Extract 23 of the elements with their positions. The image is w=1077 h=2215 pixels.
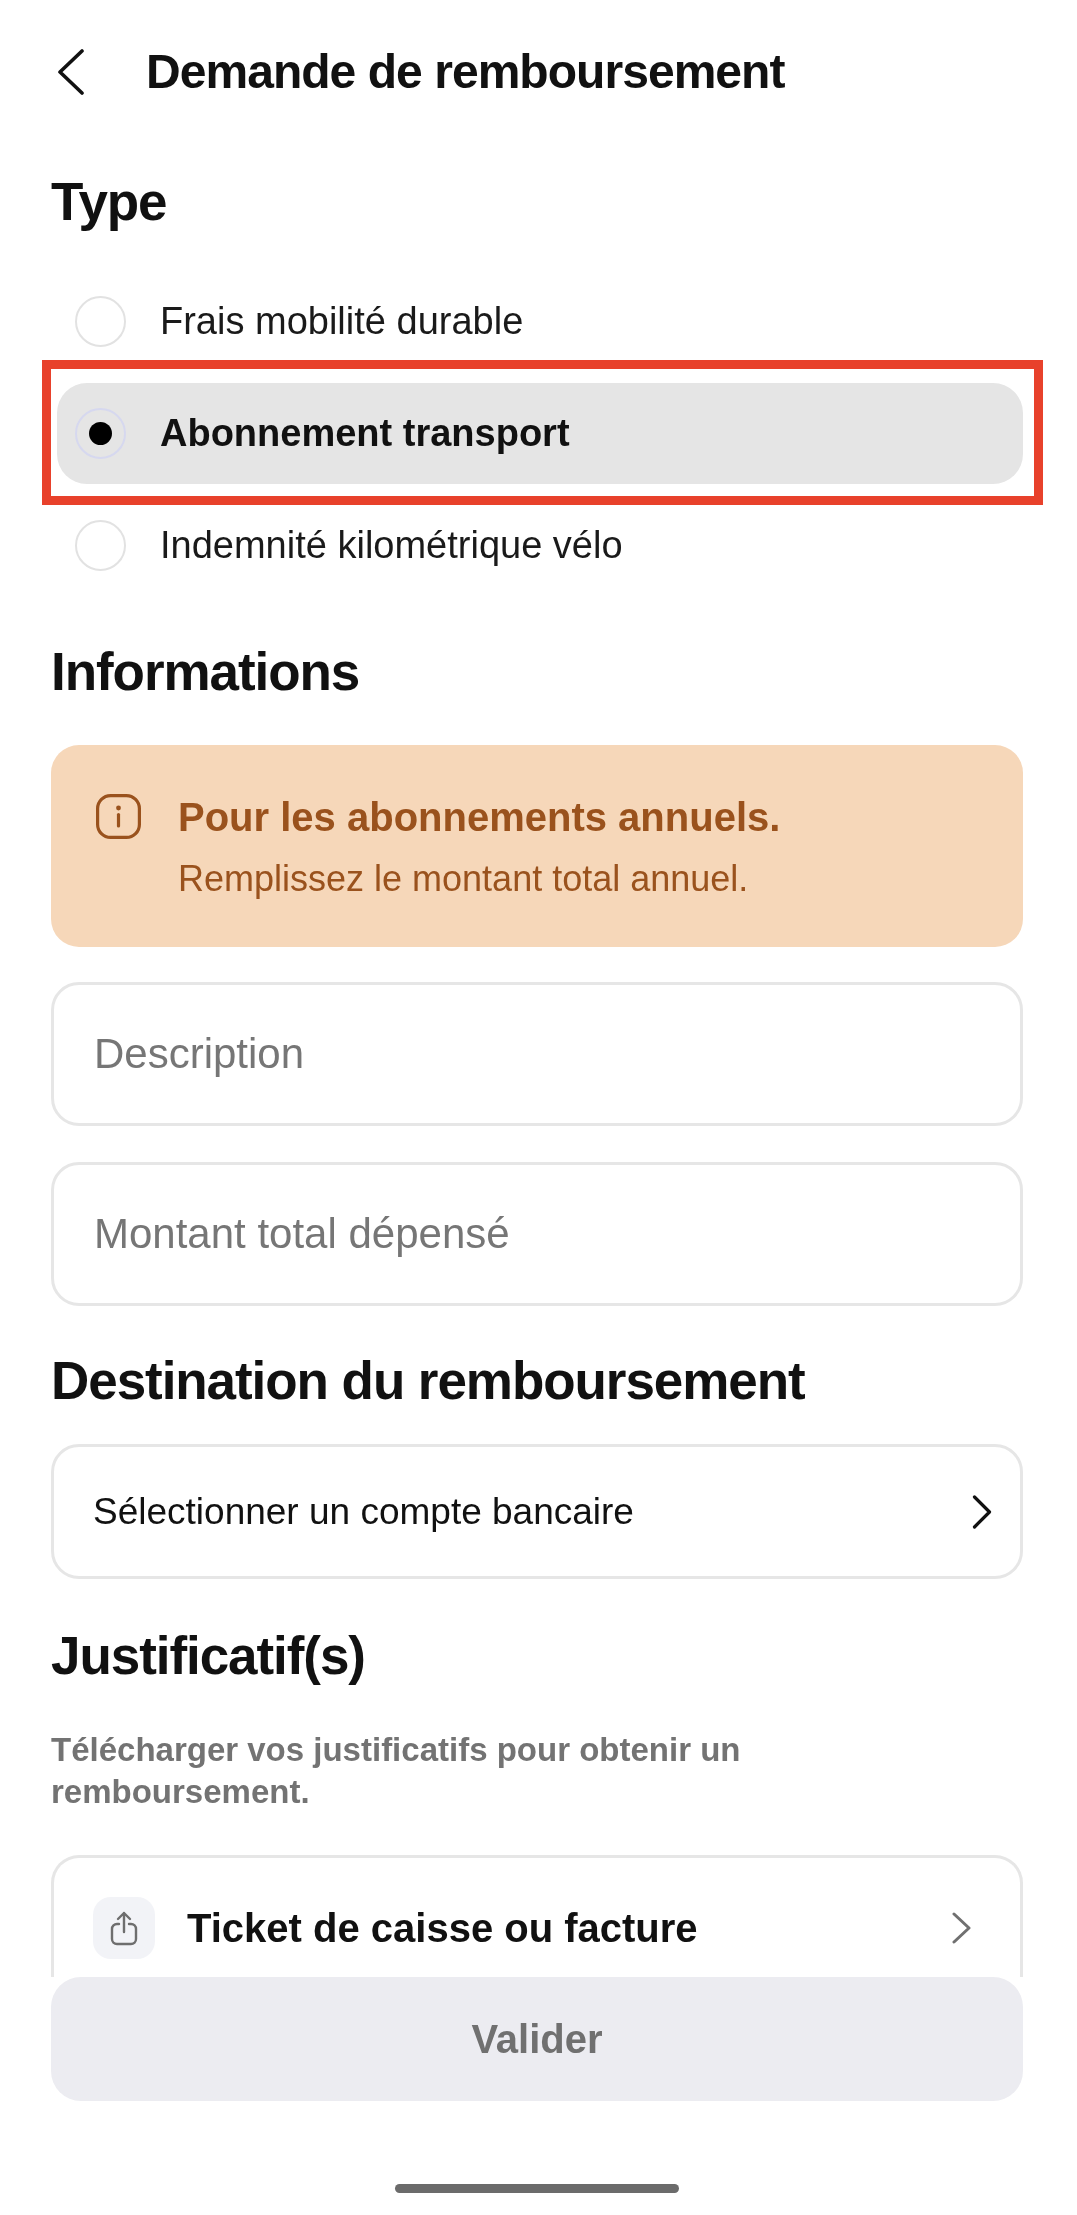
upload-icon	[93, 1897, 155, 1959]
upload-button[interactable]: Ticket de caisse ou facture	[51, 1855, 1023, 1977]
page-title: Demande de remboursement	[146, 44, 785, 100]
notice-text: Remplissez le montant total annuel.	[178, 857, 750, 901]
radio-option[interactable]: Abonnement transport	[57, 383, 1023, 484]
radio-option[interactable]: Indemnité kilométrique vélo	[57, 495, 1023, 596]
upload-description: Télécharger vos justificatifs pour obtenir un remboursement.	[51, 1730, 742, 1812]
radio-button[interactable]	[75, 408, 126, 459]
chevron-right-icon	[972, 1494, 992, 1529]
section-heading: Justificatif(s)	[51, 1626, 365, 1686]
notice-title: Pour les abonnements annuels.	[178, 794, 781, 841]
section-heading: Informations	[51, 642, 360, 702]
section-heading: Destination du remboursement	[51, 1351, 805, 1411]
back-icon[interactable]	[57, 49, 85, 95]
select-field[interactable]: Sélectionner un compte bancaire	[51, 1444, 1023, 1579]
radio-button[interactable]	[75, 296, 126, 347]
info-icon	[96, 794, 141, 839]
chevron-right-icon	[951, 1912, 972, 1944]
input-field[interactable]: Montant total dépensé	[51, 1162, 1023, 1306]
radio-option[interactable]: Frais mobilité durable	[57, 271, 1023, 372]
section-heading: Type	[51, 172, 167, 232]
radio-button[interactable]	[75, 520, 126, 571]
input-field[interactable]: Description	[51, 982, 1023, 1126]
